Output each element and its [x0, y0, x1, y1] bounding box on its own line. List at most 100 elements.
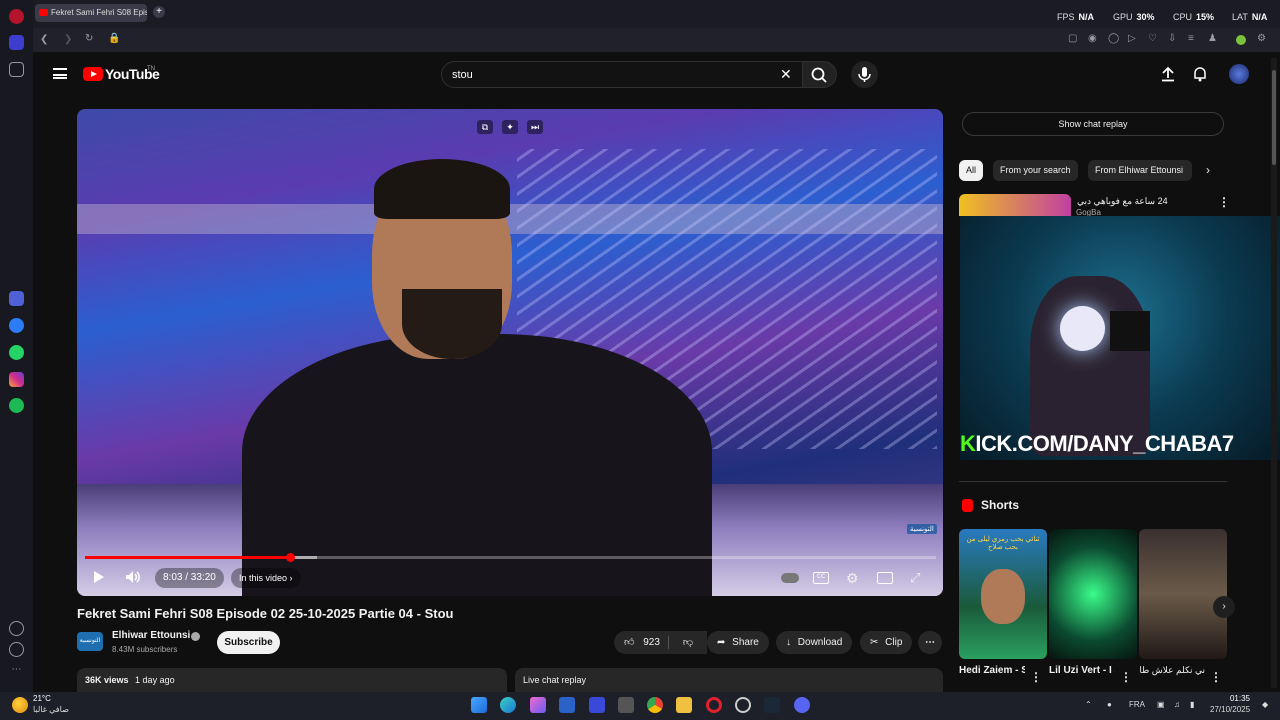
settings-app-icon[interactable] [735, 697, 751, 713]
search-box[interactable] [441, 61, 803, 88]
short-thumbnail-2[interactable] [1049, 529, 1137, 659]
browser-tab[interactable]: Fekret Sami Fehri S08 Epis [35, 4, 147, 22]
short-title-1[interactable]: Hedi Zaiem - Stou R3ad / [959, 665, 1025, 676]
file-explorer-icon[interactable] [676, 697, 692, 713]
clock-time[interactable]: 01:35 [1210, 694, 1250, 703]
profile-icon[interactable]: ♟ [1208, 33, 1217, 44]
youtube-logo-icon[interactable] [83, 67, 103, 81]
shorts-next-button[interactable]: › [1213, 596, 1235, 618]
short-title-3[interactable]: ني نكلم علاش طاير على الكاو [1139, 665, 1205, 676]
short-menu-icon-3[interactable]: ⋮ [1210, 670, 1222, 684]
recommended-menu-icon[interactable]: ⋮ [1218, 195, 1230, 209]
home-icon[interactable] [9, 35, 24, 50]
more-icon[interactable]: ⋯ [9, 664, 24, 679]
copilot-icon[interactable] [530, 697, 546, 713]
show-chat-replay-button[interactable]: Show chat replay [962, 112, 1224, 136]
whatsapp-icon[interactable] [9, 345, 24, 360]
play-button[interactable] [92, 570, 106, 587]
skip-icon[interactable]: ⏭ [527, 120, 543, 134]
aria-icon[interactable] [9, 291, 24, 306]
clear-search-icon[interactable]: ✕ [780, 66, 792, 83]
weather-icon[interactable] [12, 697, 28, 713]
download-button[interactable]: ↓ Download [776, 631, 853, 654]
settings-gear-icon[interactable]: ⚙ [846, 570, 859, 587]
star-icon[interactable] [9, 62, 24, 77]
network-icon[interactable]: ▣ [1157, 700, 1165, 709]
theater-mode-icon[interactable] [877, 572, 893, 584]
dislike-button[interactable]: 👎︎ [669, 631, 707, 654]
in-this-video-button[interactable]: In this video › [231, 568, 301, 588]
heart-icon[interactable]: ♡ [1148, 33, 1157, 44]
ai-icon[interactable]: ✦ [502, 120, 518, 134]
short-title-2[interactable]: Lil Uzi Vert - I Just Wann [1049, 665, 1115, 676]
forward-icon[interactable]: ❯ [64, 34, 72, 45]
chrome-icon[interactable] [647, 697, 663, 713]
share-button[interactable]: ➦ Share [707, 631, 769, 654]
battery-icon[interactable]: ▮ [1190, 700, 1194, 709]
shield-icon[interactable]: ◯ [1108, 33, 1119, 44]
visual-studio-icon[interactable] [589, 697, 605, 713]
short-thumbnail-1[interactable]: ثنائي بحب رمزي ليلى من بحب صلاح [959, 529, 1047, 659]
description-box[interactable]: 36K views 1 day ago [77, 668, 507, 692]
fullscreen-icon[interactable]: ⤢ [910, 570, 920, 586]
history-icon[interactable] [9, 642, 24, 657]
tray-overflow-icon[interactable]: ⌃ [1085, 700, 1092, 709]
reload-icon[interactable]: ↻ [85, 33, 93, 44]
edge-icon[interactable] [500, 697, 516, 713]
settings-icon[interactable]: ⚙ [1257, 33, 1266, 44]
steam-icon[interactable] [764, 697, 780, 713]
instagram-icon[interactable] [9, 372, 24, 387]
hamburger-menu-icon[interactable] [53, 68, 67, 79]
app-icon[interactable] [618, 697, 634, 713]
more-actions-button[interactable]: ⋯ [918, 631, 942, 654]
language-indicator[interactable]: FRA [1129, 700, 1145, 709]
channel-name[interactable]: Elhiwar Ettounsi [112, 630, 190, 641]
progress-scrubber[interactable] [286, 553, 295, 562]
chip-from-your-search[interactable]: From your search [993, 160, 1078, 181]
subscribe-button[interactable]: Subscribe [217, 631, 280, 654]
back-icon[interactable]: ❮ [40, 34, 48, 45]
chip-all[interactable]: All [959, 160, 984, 181]
clip-button[interactable]: ✂ Clip [860, 631, 913, 654]
upload-button[interactable] [1160, 66, 1176, 87]
channel-avatar[interactable]: التونسية [77, 632, 103, 651]
spotify-icon[interactable] [9, 398, 24, 413]
chip-from-channel[interactable]: From Elhiwar Ettounsi [1088, 160, 1192, 181]
notifications-button[interactable] [1192, 66, 1208, 87]
camera-icon[interactable]: ◉ [1088, 33, 1097, 44]
tray-mic-icon[interactable]: ● [1107, 700, 1112, 709]
vpn-icon[interactable] [1236, 35, 1246, 45]
chips-next-icon[interactable]: › [1206, 163, 1210, 177]
captions-icon[interactable]: CC [813, 572, 829, 584]
clock-date[interactable]: 27/10/2025 [1210, 705, 1250, 714]
discord-icon[interactable] [794, 697, 810, 713]
messenger-icon[interactable] [9, 318, 24, 333]
menu-icon[interactable]: ≡ [1188, 33, 1194, 44]
opera-gx-icon[interactable] [706, 697, 722, 713]
opera-logo-icon[interactable] [9, 9, 24, 24]
snapshot-icon[interactable]: ▢ [1068, 33, 1077, 44]
store-icon[interactable] [559, 697, 575, 713]
account-avatar[interactable] [1229, 64, 1249, 84]
autoplay-toggle[interactable] [781, 573, 799, 583]
short-menu-icon-2[interactable]: ⋮ [1120, 670, 1132, 684]
volume-button[interactable] [125, 570, 141, 587]
search-button[interactable] [803, 61, 837, 88]
new-tab-button[interactable]: + [153, 6, 165, 18]
speaker-icon[interactable]: ♫ [1174, 700, 1180, 709]
favorites-icon[interactable] [9, 621, 24, 636]
start-menu-icon[interactable] [471, 697, 487, 713]
download-icon[interactable]: ⇩ [1168, 33, 1176, 44]
play-icon[interactable]: ▷ [1128, 33, 1136, 44]
search-input[interactable] [452, 67, 772, 83]
recommended-title[interactable]: 24 ساعة مع فوباهي دبي [1077, 196, 1168, 207]
voice-search-button[interactable] [851, 61, 878, 88]
pip-icon[interactable]: ⧉ [477, 120, 493, 134]
scrollbar-thumb[interactable] [1272, 70, 1276, 165]
live-chat-replay-header[interactable]: Live chat replay [515, 668, 943, 692]
short-menu-icon-1[interactable]: ⋮ [1030, 670, 1042, 684]
notification-center-icon[interactable]: ◆ [1262, 700, 1268, 709]
video-player[interactable]: التونسية [77, 109, 943, 596]
recommended-thumbnail[interactable] [959, 194, 1071, 216]
short-thumbnail-3[interactable] [1139, 529, 1227, 659]
